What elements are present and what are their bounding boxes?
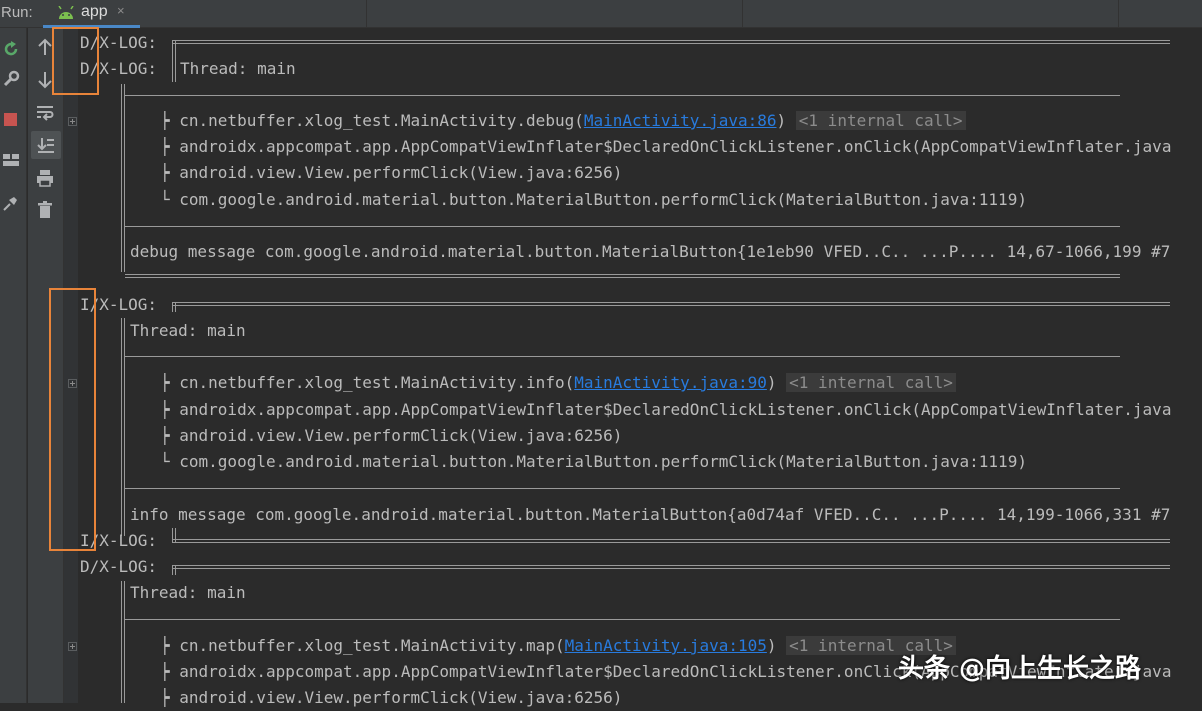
source-link[interactable]: MainActivity.java:90 (574, 373, 767, 392)
log-border (172, 539, 1170, 543)
layout-icon[interactable] (2, 153, 20, 167)
log-border (121, 318, 125, 536)
log-border (125, 226, 1120, 227)
stack-frame: ┝ cn.netbuffer.xlog_test.MainActivity.de… (160, 108, 966, 134)
scroll-to-end-icon (37, 138, 54, 153)
trash-icon[interactable] (38, 201, 52, 219)
arrow-down-icon[interactable] (37, 71, 53, 89)
expand-fold-icon[interactable] (68, 117, 77, 126)
log-border (125, 95, 1120, 96)
source-link[interactable]: MainActivity.java:86 (584, 111, 777, 130)
rerun-icon[interactable] (2, 40, 20, 58)
divider (366, 0, 367, 28)
stack-frame: ┝ cn.netbuffer.xlog_test.MainActivity.in… (160, 370, 956, 396)
soft-wrap-icon[interactable] (36, 105, 54, 121)
log-border (125, 488, 1120, 489)
tab-app[interactable]: app × (43, 0, 140, 28)
log-border (172, 40, 1170, 44)
expand-fold-icon[interactable] (68, 642, 77, 651)
highlight-box (52, 27, 99, 95)
log-border (172, 565, 176, 575)
internal-call-hint[interactable]: <1 internal call> (795, 111, 966, 130)
source-link[interactable]: MainActivity.java:105 (565, 636, 767, 655)
stack-frame: ┝ android.view.View.performClick(View.ja… (160, 688, 623, 707)
log-border (172, 302, 1170, 306)
thread-line: Thread: main (180, 59, 296, 78)
log-border (121, 581, 125, 703)
print-icon[interactable] (36, 169, 54, 187)
thread-line: Thread: main (130, 321, 246, 340)
log-tag: D/X-LOG: (80, 557, 158, 576)
stack-frame: └ com.google.android.material.button.Mat… (160, 452, 1027, 471)
watermark: 头条 @向上生长之路 (898, 654, 1142, 684)
stop-icon[interactable] (4, 113, 17, 126)
wrench-icon[interactable] (2, 70, 20, 88)
log-message: debug message com.google.android.materia… (130, 242, 1171, 261)
log-message: info message com.google.android.material… (130, 505, 1171, 524)
stack-frame: ┝ androidx.appcompat.app.AppCompatViewIn… (160, 400, 1172, 419)
log-border (125, 619, 1120, 620)
internal-call-hint[interactable]: <1 internal call> (786, 373, 956, 392)
stack-frame: ┝ androidx.appcompat.app.AppCompatViewIn… (160, 137, 1172, 156)
arrow-up-icon[interactable] (37, 38, 53, 56)
tab-label: app (81, 3, 108, 20)
divider (1118, 0, 1119, 28)
log-border (172, 302, 176, 312)
log-border (125, 274, 1120, 278)
stack-frame: ┝ android.view.View.performClick(View.ja… (160, 163, 623, 182)
log-border (172, 40, 176, 56)
stack-frame: └ com.google.android.material.button.Mat… (160, 190, 1027, 209)
scroll-to-end-toggle[interactable] (31, 131, 61, 159)
close-icon[interactable]: × (117, 3, 125, 18)
highlight-box (49, 288, 96, 551)
run-toolbar: Run: app × (0, 0, 1202, 28)
log-border (172, 565, 1170, 569)
thread-line: Thread: main (130, 583, 246, 602)
run-label: Run: (1, 4, 33, 21)
log-border (121, 84, 125, 272)
log-border (125, 356, 1120, 357)
log-border (172, 56, 176, 82)
stack-frame: ┝ android.view.View.performClick(View.ja… (160, 426, 623, 445)
divider (742, 0, 743, 28)
stack-frame: ┝ cn.netbuffer.xlog_test.MainActivity.ma… (160, 633, 956, 659)
pin-icon[interactable] (2, 194, 20, 212)
run-actions-strip (0, 28, 27, 703)
android-icon (58, 6, 74, 19)
